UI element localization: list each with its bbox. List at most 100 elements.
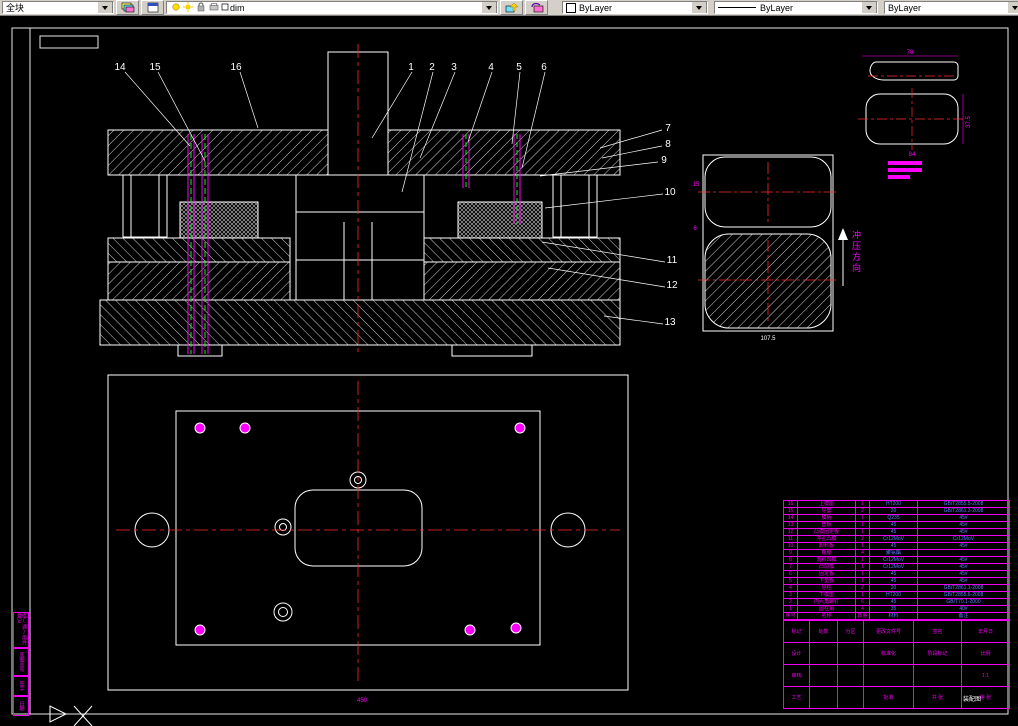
text-style-value: 全块 (6, 3, 25, 13)
bom-row: 3 下模座 1 HT200 GB/T2855.6-2008 (783, 591, 1010, 599)
punch-block (295, 174, 425, 261)
linetype-sample-icon (718, 7, 756, 8)
frame-strip-label: 底图总号 (13, 648, 29, 676)
callout-8: 8 (665, 139, 671, 150)
bom-row: 9 橡胶 4 聚氨酯 (783, 549, 1010, 557)
ucs-icon (49, 705, 93, 726)
detail-dim-label: 107.5 (760, 336, 776, 342)
layer-properties-button[interactable] (116, 0, 139, 15)
chevron-down-icon[interactable] (691, 2, 707, 13)
lineweight-value: ByLayer (888, 2, 922, 13)
linetype-value: ByLayer (760, 2, 794, 13)
chevron-down-icon[interactable] (1007, 2, 1018, 13)
drawing-title: 装配图 (962, 697, 981, 703)
bom-row: 1 圆柱销 4 35 40# (783, 605, 1010, 613)
part-plan-small-view: 37.5 84 (858, 88, 972, 158)
bom-row: 12 凸模固定板 1 45 45# (783, 528, 1010, 536)
foot-right (451, 344, 533, 357)
layers-icon (121, 2, 134, 13)
callout-12: 12 (666, 280, 678, 291)
plan-view (107, 374, 629, 691)
callout-7: 7 (665, 123, 671, 134)
up-arrow-icon (838, 228, 848, 240)
frame-strip-label: 日期 (13, 696, 29, 716)
die-cavity (294, 489, 423, 567)
stamp-direction-label: 冲压方向 (851, 229, 861, 274)
bom-header-row: 序号 名称 数量 材料 备注 (783, 612, 1010, 620)
callout-15: 15 (149, 62, 161, 73)
title-field-row: 审核 1:1 (783, 664, 1010, 687)
chevron-down-icon[interactable] (861, 2, 877, 13)
bom-row: 10 卸料板 1 45 45# (783, 542, 1010, 550)
linetype-dropdown[interactable]: ByLayer (714, 1, 878, 14)
blank-strip-view: 78 (862, 50, 959, 81)
frame-strip-label: 签字 (13, 676, 29, 696)
bom-row: 11 冲孔凸模 2 Cr12MoV Cr12MoV (783, 535, 1010, 543)
drawing-canvas[interactable]: 14 15 16 1 2 3 4 5 6 7 8 9 10 11 12 13 4… (0, 16, 1018, 726)
callout-13: 13 (664, 317, 676, 328)
frame-left-strip: 借(通)用件登记 底图总号 签字 日期 (13, 612, 29, 716)
layer-sheet-icon (147, 2, 158, 13)
title-field-row: 设计 标准化 阶段标记 比例 (783, 642, 1010, 665)
current-layer-name: dim (230, 2, 245, 13)
callout-2: 2 (429, 62, 435, 73)
plan-outer (107, 374, 629, 691)
callout-16: 16 (230, 62, 242, 73)
bom-row: 7 凸凹模 1 Cr12MoV 45# (783, 563, 1010, 571)
layer-state-icons (172, 2, 229, 12)
detail-dim-b: 6 (693, 226, 697, 232)
color-dropdown[interactable]: ByLayer (562, 1, 708, 14)
foot-left (177, 344, 223, 357)
color-swatch-icon (566, 2, 576, 13)
callout-9: 9 (661, 155, 667, 166)
bom-row: 15 导套 2 20 GB/T2861.3-2008 (783, 507, 1010, 515)
lock-icon (197, 2, 205, 12)
bom-row: 8 落料凹模 1 Cr12MoV 45# (783, 556, 1010, 564)
bom-row: 5 下垫板 1 45 45# (783, 577, 1010, 585)
callout-10: 10 (664, 187, 676, 198)
toolbar: 全块 dim ByLayer ByLayer ByLayer (0, 0, 1018, 16)
guide-sleeve-left (122, 174, 168, 238)
callout-6: 6 (541, 62, 547, 73)
callout-11: 11 (667, 255, 678, 266)
layer-dropdown[interactable]: dim (166, 1, 498, 14)
make-object-layer-current-button[interactable] (500, 0, 523, 15)
bom-row: 2 内六角螺钉 6 45 GB/T70.1-2000 (783, 598, 1010, 606)
bom-row: 4 导柱 2 20 GB/T2861.1-2008 (783, 584, 1010, 592)
detail-dim-a: 15 (693, 182, 700, 188)
part-height-dim: 37.5 (966, 116, 972, 128)
bom-row: 14 模柄 1 Q235 45# (783, 514, 1010, 522)
section-view (99, 51, 621, 357)
layer-arrow-icon (505, 2, 518, 13)
callout-1: 1 (408, 62, 414, 73)
chevron-down-icon[interactable] (481, 2, 497, 13)
layer-previous-button[interactable] (525, 0, 548, 15)
plan-centerlines (116, 381, 620, 684)
callout-5: 5 (516, 62, 522, 73)
die-plate-left (107, 261, 291, 301)
die-insert-right (457, 201, 543, 239)
stamp-direction-annotation: 冲压方向 (838, 228, 861, 286)
magenta-bars-icon (888, 161, 922, 179)
callout-4: 4 (488, 62, 494, 73)
bom-row: 16 上模座 1 HT200 GB/T2855.5-2008 (783, 500, 1010, 508)
printer-icon (209, 3, 219, 11)
layer-color-swatch (221, 3, 229, 11)
lineweight-dropdown[interactable]: ByLayer (884, 1, 1018, 14)
bom-row: 6 固定板 1 45 45# (783, 570, 1010, 578)
die-insert-left (179, 201, 259, 239)
color-value: ByLayer (579, 2, 613, 13)
plan-width-dim: 450 (357, 698, 368, 704)
text-style-dropdown[interactable]: 全块 (2, 1, 114, 14)
bulb-icon (172, 3, 180, 11)
bom-row: 13 垫板 1 45 45# (783, 521, 1010, 529)
layer-manager-button[interactable] (141, 0, 164, 15)
bom-table: 16 上模座 1 HT200 GB/T2855.5-2008 15 导套 2 20 GB/T286… (783, 500, 1010, 620)
layer-undo-icon (530, 2, 543, 13)
chevron-down-icon[interactable] (97, 2, 113, 13)
title-field-row: 标记 处数 分区 更改文件号 签名 年月日 (783, 620, 1010, 643)
strip-dim-label: 78 (907, 50, 914, 56)
die-plate-right (423, 261, 621, 301)
part-width-dim: 84 (909, 152, 916, 158)
lower-die-plate (99, 299, 621, 346)
